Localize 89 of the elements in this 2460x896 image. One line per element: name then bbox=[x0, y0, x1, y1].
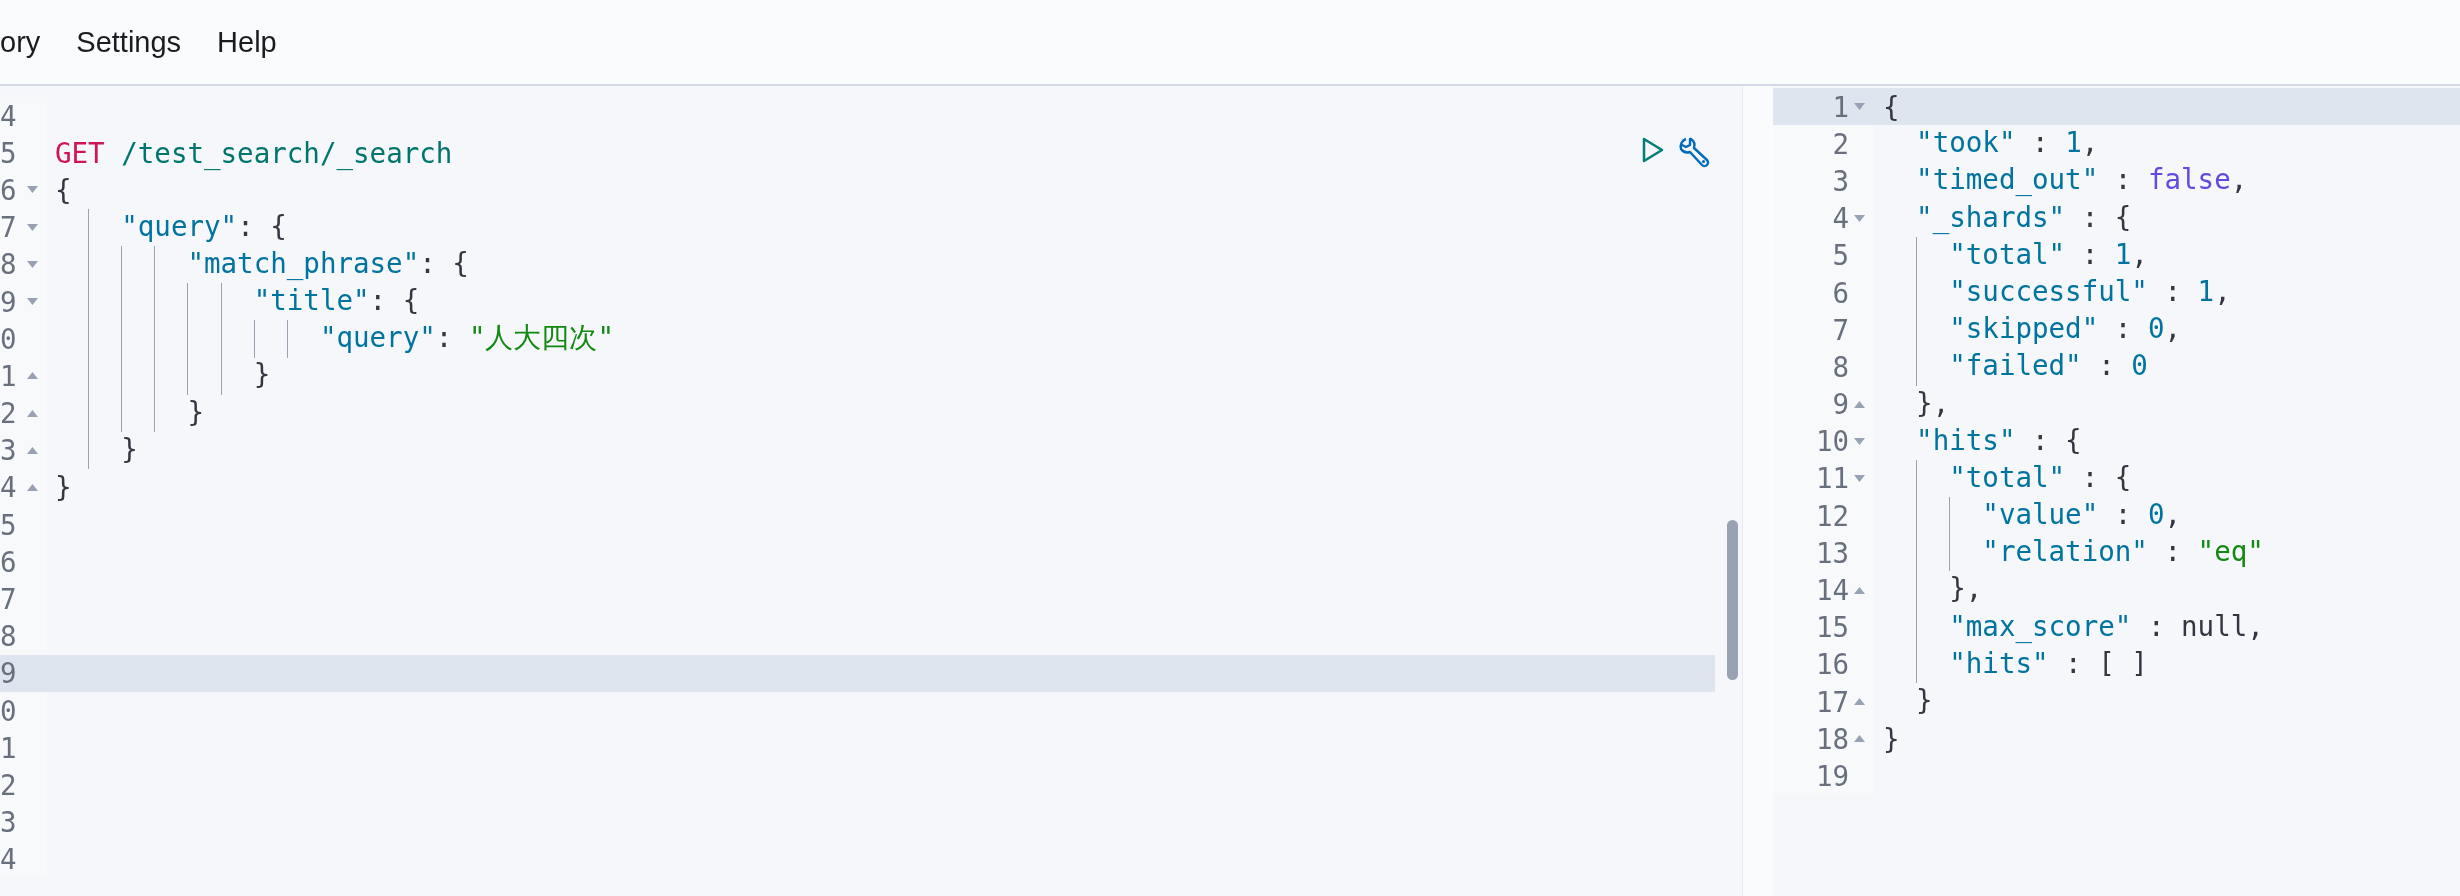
code-line: { bbox=[55, 173, 72, 206]
fold-arrow-icon[interactable] bbox=[27, 223, 38, 231]
code-line: "query": "人大四次" bbox=[55, 319, 615, 358]
line-number: 6 bbox=[0, 545, 18, 578]
line-number: 1 bbox=[1831, 90, 1849, 123]
code-line: "took" : 1, bbox=[1915, 125, 2099, 160]
resize-handle[interactable] bbox=[1742, 86, 1773, 896]
code-line: "_shards" : { bbox=[1915, 199, 2132, 236]
menu-item[interactable]: Settings bbox=[76, 25, 182, 59]
fold-arrow-icon[interactable] bbox=[1854, 214, 1865, 222]
line-number: 5 bbox=[0, 136, 18, 169]
code-line: "skipped" : 0, bbox=[1883, 311, 2182, 349]
line-number: 0 bbox=[0, 694, 18, 727]
line-number: 3 bbox=[1831, 164, 1849, 197]
code-line: "relation" : "eq" bbox=[1883, 534, 2264, 572]
line-number: 17 bbox=[1814, 685, 1849, 718]
code-line: } bbox=[1915, 683, 1933, 718]
fold-arrow-icon[interactable] bbox=[27, 186, 38, 194]
fold-arrow-icon[interactable] bbox=[1854, 103, 1865, 111]
line-number: 18 bbox=[1814, 722, 1849, 755]
line-number: 14 bbox=[1814, 574, 1849, 607]
line-number: 4 bbox=[1831, 202, 1849, 235]
line-number: 9 bbox=[0, 657, 18, 690]
line-number: 3 bbox=[0, 806, 18, 839]
code-line: }, bbox=[1883, 571, 1983, 609]
line-number: 6 bbox=[0, 173, 18, 206]
fold-arrow-icon[interactable] bbox=[27, 298, 38, 306]
line-number: 4 bbox=[0, 99, 18, 132]
code-line: }, bbox=[1915, 385, 1950, 421]
line-number: 12 bbox=[1814, 499, 1849, 532]
line-number: 2 bbox=[1831, 127, 1849, 160]
code-line: "value" : 0, bbox=[1883, 497, 2182, 535]
code-line: "hits" : [ ] bbox=[1883, 645, 2148, 683]
code-line: "successful" : 1, bbox=[1883, 273, 2231, 312]
code-line: "max_score" : null, bbox=[1883, 608, 2264, 646]
code-line: } bbox=[1883, 722, 1900, 755]
fold-arrow-icon[interactable] bbox=[1854, 474, 1865, 482]
line-number: 8 bbox=[0, 248, 18, 281]
code-line: } bbox=[55, 471, 72, 504]
fold-arrow-icon[interactable] bbox=[1854, 437, 1865, 445]
fold-arrow-icon[interactable] bbox=[1854, 400, 1865, 408]
fold-arrow-icon[interactable] bbox=[27, 372, 38, 380]
code-line: { bbox=[1883, 90, 1900, 123]
line-number: 8 bbox=[1831, 350, 1849, 383]
line-number: 7 bbox=[1831, 313, 1849, 346]
line-number: 0 bbox=[0, 322, 18, 355]
fold-arrow-icon[interactable] bbox=[27, 409, 38, 417]
line-number: 9 bbox=[0, 285, 18, 318]
line-number: 7 bbox=[0, 211, 18, 244]
line-number: 19 bbox=[1814, 759, 1849, 792]
code-line: "total" : 1, bbox=[1883, 236, 2148, 274]
line-number: 2 bbox=[0, 397, 18, 430]
fold-arrow-icon[interactable] bbox=[27, 446, 38, 454]
line-number: 2 bbox=[0, 768, 18, 801]
code-line: "query": { bbox=[55, 208, 287, 246]
code-line: } bbox=[55, 357, 271, 395]
line-number: 5 bbox=[1831, 239, 1849, 272]
line-number: 15 bbox=[1814, 611, 1849, 644]
code-line: "failed" : 0 bbox=[1883, 348, 2148, 386]
code-line: "match_phrase": { bbox=[55, 245, 469, 283]
fold-arrow-icon[interactable] bbox=[1854, 698, 1865, 706]
line-number: 9 bbox=[1831, 388, 1849, 421]
menu-item[interactable]: Help bbox=[217, 25, 277, 59]
code-line: "timed_out" : false, bbox=[1915, 162, 2248, 198]
line-number: 7 bbox=[0, 583, 18, 616]
code-line: GET /test_search/_search bbox=[55, 136, 453, 169]
code-line: "title": { bbox=[55, 282, 420, 321]
line-number: 13 bbox=[1814, 536, 1849, 569]
code-line: } bbox=[55, 394, 204, 432]
scrollbar-thumb[interactable] bbox=[1727, 520, 1738, 680]
line-number: 1 bbox=[0, 731, 18, 764]
line-number: 6 bbox=[1831, 276, 1849, 309]
fold-arrow-icon[interactable] bbox=[27, 483, 38, 491]
code-line: "total" : { bbox=[1883, 459, 2132, 498]
line-number: 16 bbox=[1814, 648, 1849, 681]
code-line: } bbox=[55, 431, 138, 469]
menu-item[interactable]: ory bbox=[0, 25, 41, 59]
fold-arrow-icon[interactable] bbox=[1854, 735, 1865, 743]
line-number: 1 bbox=[0, 359, 18, 392]
line-number: 10 bbox=[1814, 425, 1849, 458]
line-number: 8 bbox=[0, 620, 18, 653]
code-line: "hits" : { bbox=[1915, 422, 2082, 458]
fold-arrow-icon[interactable] bbox=[1854, 586, 1865, 594]
line-number: 4 bbox=[0, 471, 18, 504]
line-number: 3 bbox=[0, 434, 18, 467]
line-number: 11 bbox=[1814, 462, 1849, 495]
line-number: 5 bbox=[0, 508, 18, 541]
fold-arrow-icon[interactable] bbox=[27, 260, 38, 268]
line-number: 4 bbox=[0, 843, 18, 876]
